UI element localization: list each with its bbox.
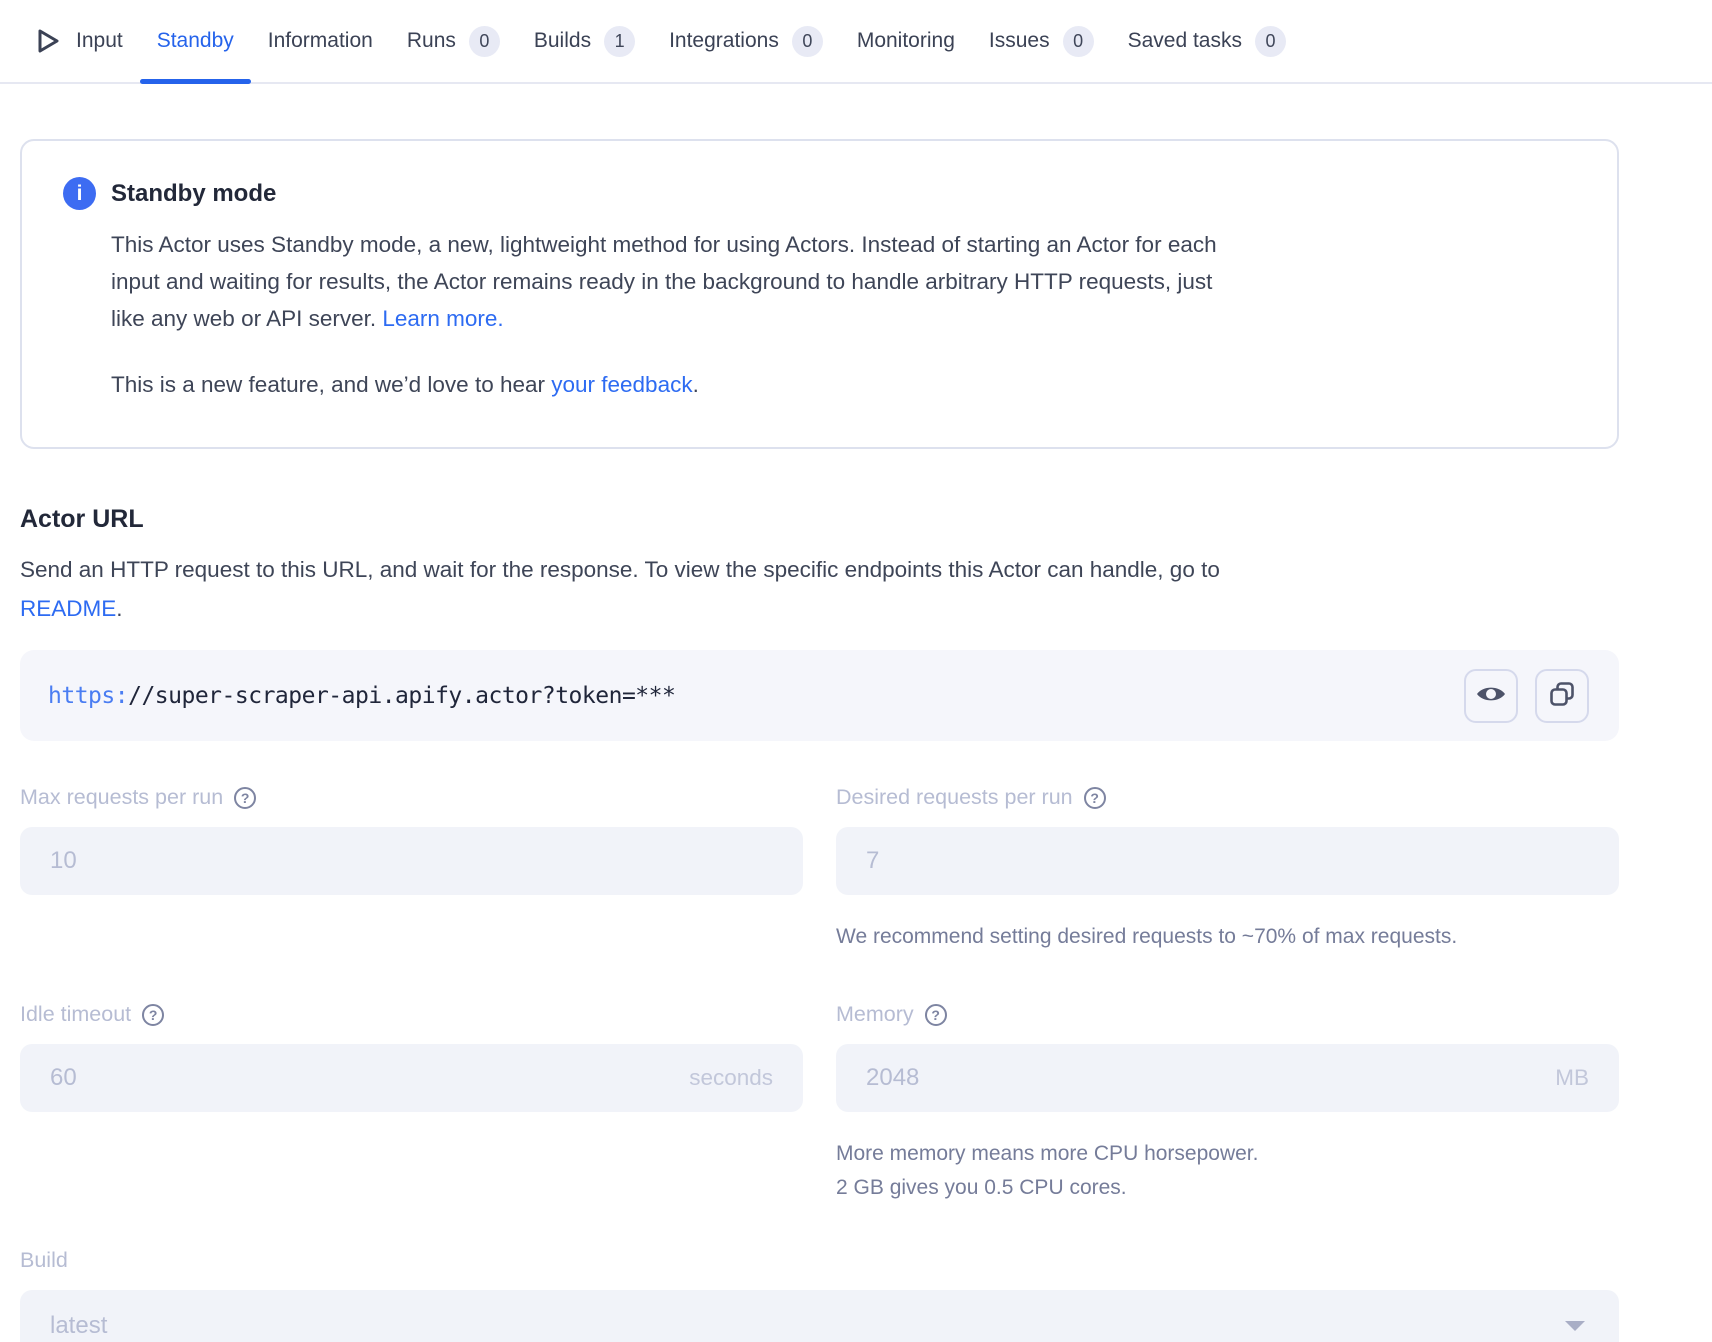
standby-tab-content: i Standby mode This Actor uses Standby m…: [20, 139, 1619, 1342]
tab-builds[interactable]: Builds 1: [517, 0, 652, 82]
play-icon: [33, 25, 63, 57]
tab-label: Information: [268, 29, 373, 53]
tab-issues[interactable]: Issues 0: [972, 0, 1111, 82]
help-icon[interactable]: ?: [925, 1004, 947, 1026]
tab-runs[interactable]: Runs 0: [390, 0, 517, 82]
issues-count-badge: 0: [1063, 26, 1094, 57]
desired-requests-value: 7: [866, 847, 879, 875]
tab-label: Standby: [157, 29, 234, 53]
feedback-link[interactable]: your feedback: [551, 372, 692, 397]
tab-label: Issues: [989, 29, 1050, 53]
tab-input[interactable]: Input: [33, 0, 140, 82]
max-requests-value: 10: [50, 847, 77, 875]
field-max-requests: Max requests per run ? 10: [20, 785, 803, 895]
builds-count-badge: 1: [604, 26, 635, 57]
idle-timeout-label: Idle timeout: [20, 1002, 131, 1027]
build-label: Build: [20, 1248, 68, 1273]
field-build: Build latest: [20, 1248, 1619, 1342]
info-icon: i: [63, 177, 96, 210]
standby-mode-banner: i Standby mode This Actor uses Standby m…: [20, 139, 1619, 449]
saved-tasks-count-badge: 0: [1255, 26, 1286, 57]
banner-line-3: like any web or API server. Learn more.: [111, 300, 1577, 337]
field-desired-requests: Desired requests per run ? 7 We recommen…: [836, 785, 1619, 954]
tab-label: Integrations: [669, 29, 779, 53]
banner-description: This Actor uses Standby mode, a new, lig…: [111, 226, 1577, 337]
tab-label: Saved tasks: [1128, 29, 1242, 53]
tab-label: Runs: [407, 29, 456, 53]
memory-input: 2048 MB: [836, 1044, 1619, 1112]
desired-requests-hint: We recommend setting desired requests to…: [836, 920, 1619, 954]
tab-standby[interactable]: Standby: [140, 0, 251, 82]
memory-value: 2048: [866, 1064, 919, 1092]
banner-line-2: input and waiting for results, the Actor…: [111, 263, 1577, 300]
learn-more-link[interactable]: Learn more.: [382, 306, 503, 331]
url-scheme: https:: [48, 683, 128, 709]
reveal-token-button[interactable]: [1464, 669, 1518, 723]
idle-timeout-input: 60 seconds: [20, 1044, 803, 1112]
help-icon[interactable]: ?: [234, 787, 256, 809]
memory-hint: More memory means more CPU horsepower. 2…: [836, 1137, 1619, 1205]
actor-url-description: Send an HTTP request to this URL, and wa…: [20, 550, 1619, 628]
field-idle-timeout: Idle timeout ? 60 seconds: [20, 1002, 803, 1112]
standby-settings-form: Max requests per run ? 10 Desired reques…: [20, 785, 1619, 1205]
url-rest: //super-scraper-api.apify.actor?token=**…: [128, 683, 675, 709]
copy-url-button[interactable]: [1535, 669, 1589, 723]
actor-tab-bar: Input Standby Information Runs 0 Builds …: [0, 0, 1712, 84]
tab-integrations[interactable]: Integrations 0: [652, 0, 840, 82]
integrations-count-badge: 0: [792, 26, 823, 57]
eye-icon: [1475, 682, 1507, 709]
tab-saved-tasks[interactable]: Saved tasks 0: [1111, 0, 1303, 82]
tab-monitoring[interactable]: Monitoring: [840, 0, 972, 82]
build-select: latest: [20, 1290, 1619, 1342]
banner-feedback-line: This is a new feature, and we’d love to …: [111, 366, 1577, 403]
copy-icon: [1548, 680, 1576, 711]
tab-label: Builds: [534, 29, 591, 53]
idle-timeout-unit: seconds: [689, 1065, 773, 1091]
help-icon[interactable]: ?: [142, 1004, 164, 1026]
memory-unit: MB: [1555, 1065, 1589, 1091]
tab-label: Monitoring: [857, 29, 955, 53]
desired-requests-input: 7: [836, 827, 1619, 895]
banner-title: Standby mode: [111, 180, 276, 208]
desired-requests-label: Desired requests per run: [836, 785, 1073, 810]
memory-label: Memory: [836, 1002, 914, 1027]
actor-url-bar: https://super-scraper-api.apify.actor?to…: [20, 650, 1619, 741]
help-icon[interactable]: ?: [1084, 787, 1106, 809]
banner-line-1: This Actor uses Standby mode, a new, lig…: [111, 226, 1577, 263]
max-requests-input: 10: [20, 827, 803, 895]
idle-timeout-value: 60: [50, 1064, 77, 1092]
tab-information[interactable]: Information: [251, 0, 390, 82]
chevron-down-icon: [1565, 1321, 1585, 1331]
max-requests-label: Max requests per run: [20, 785, 223, 810]
actor-url-heading: Actor URL: [20, 505, 1619, 534]
actor-url-value[interactable]: https://super-scraper-api.apify.actor?to…: [48, 683, 1447, 709]
runs-count-badge: 0: [469, 26, 500, 57]
tab-label: Input: [76, 29, 123, 53]
build-value: latest: [50, 1312, 107, 1340]
readme-link[interactable]: README: [20, 596, 116, 621]
field-memory: Memory ? 2048 MB More memory means more …: [836, 1002, 1619, 1205]
